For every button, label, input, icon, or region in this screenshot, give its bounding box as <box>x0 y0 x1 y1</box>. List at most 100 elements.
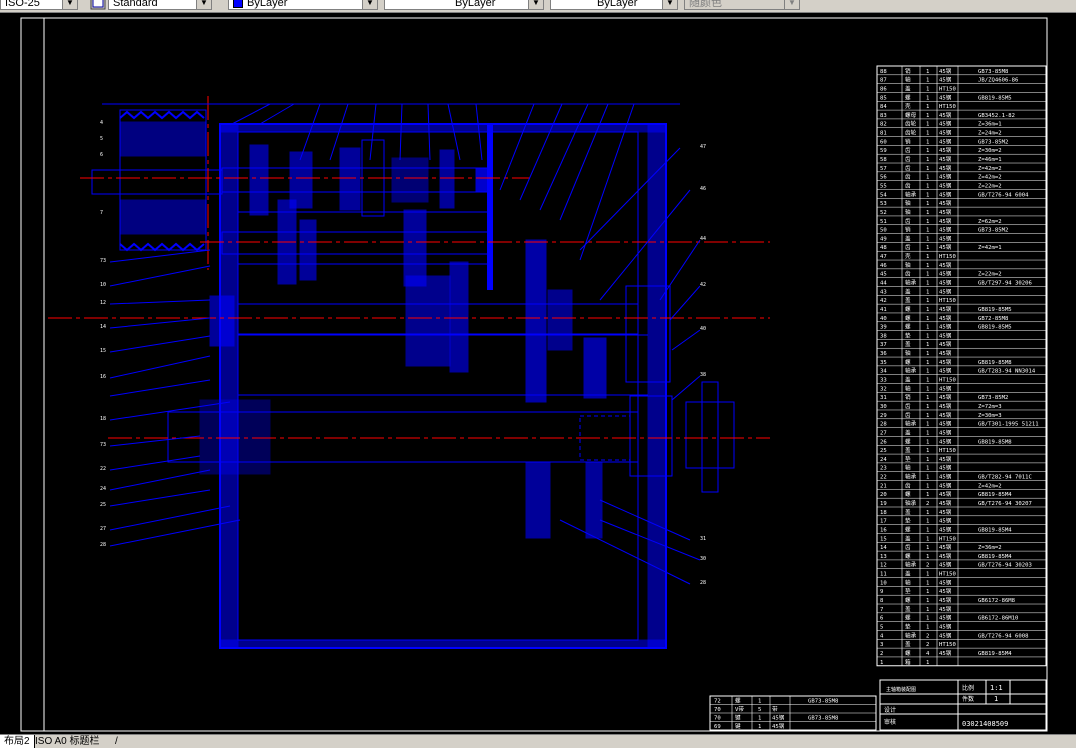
parts-list-row: 3 盖 2 HT150 <box>877 640 1046 649</box>
cell-name: 轴 <box>905 261 911 269</box>
cell-name: 轴承 <box>905 190 917 198</box>
cell-material: HT150 <box>939 86 956 92</box>
lineweight-dropdown[interactable]: ByLayer ▼ <box>550 0 678 10</box>
cell-standard: GB6172-86M8 <box>978 598 1016 604</box>
cell-qty: 1 <box>926 580 929 586</box>
layout-tab[interactable]: ISO A0 标题栏 <box>31 735 103 748</box>
cell-material: 45钢 <box>939 164 952 172</box>
cell-standard: Z=46m=1 <box>978 157 1002 163</box>
svg-text:22: 22 <box>100 466 106 472</box>
cell-name: 盖 <box>905 446 911 454</box>
cell-material: 45钢 <box>939 420 952 428</box>
parts-list-row: 54 轴承 1 45钢 GB/T276-94 6004 <box>877 190 1046 199</box>
chevron-down-icon[interactable]: ▼ <box>62 0 77 9</box>
text-style-dropdown[interactable]: Standard ▼ <box>108 0 212 10</box>
parts-list-row: 59 齿 1 45钢 Z=30m=2 <box>877 146 1046 155</box>
cell-material: HT150 <box>939 104 956 110</box>
cell-standard: GB/T276-94 30207 <box>978 501 1032 507</box>
linetype-dropdown[interactable]: ByLayer ▼ <box>384 0 544 10</box>
chevron-down-icon[interactable]: ▼ <box>662 0 677 9</box>
cell-qty: 2 <box>926 642 929 648</box>
parts-list-row: 26 螺 1 45钢 GB819-85M8 <box>877 437 1046 446</box>
parts-list-row: 47 壳 1 HT150 <box>877 252 1046 261</box>
layer-color-dropdown[interactable]: ByLayer ▼ <box>228 0 378 10</box>
text-style-value: Standard <box>113 0 158 9</box>
text-style-icon[interactable] <box>90 0 106 10</box>
svg-text:10: 10 <box>100 282 106 288</box>
parts-list-row: 6 螺 1 45钢 GB6172-86M10 <box>877 614 1046 622</box>
cell-name: 齿 <box>905 412 911 419</box>
cell-standard: Z=22m=2 <box>978 183 1002 189</box>
cell-material: 45钢 <box>939 384 952 392</box>
cell-name: 垫 <box>905 517 911 525</box>
cell-qty: 1 <box>926 86 929 92</box>
chevron-down-icon[interactable]: ▼ <box>528 0 543 9</box>
parts-list-table: 88 销 1 45钢 GB73-85M887 轴 1 45钢 JB/ZQ4606-8686 盖 1 H… <box>876 65 1047 667</box>
cell-no: 60 <box>880 139 887 145</box>
layout-tab[interactable]: 布局2 <box>0 735 35 748</box>
cell-qty: 1 <box>926 175 929 181</box>
parts-list-row: 50 销 1 45钢 GB73-85M2 <box>877 226 1046 234</box>
cell-standard: Z=36m=2 <box>978 545 1002 551</box>
cell-material: 45钢 <box>939 234 952 242</box>
cell-material: 45钢 <box>939 146 952 154</box>
svg-text:4: 4 <box>100 120 103 126</box>
cell-material: 45钢 <box>939 393 952 401</box>
cell-no: 9 <box>880 589 883 595</box>
cell-material: HT150 <box>939 572 956 578</box>
cell-qty: 2 <box>926 563 929 569</box>
cell-no: 72 <box>714 699 721 705</box>
parts-list-row: 58 齿 1 45钢 Z=46m=1 <box>877 155 1046 164</box>
parts-list-row: 81 齿轮 1 45钢 Z=24m=2 <box>877 129 1046 137</box>
cell-no: 24 <box>880 457 887 463</box>
dim-style-dropdown[interactable]: ISO-25 ▼ <box>0 0 78 10</box>
cell-qty: 1 <box>926 616 929 622</box>
parts-list-row: 21 齿 1 45钢 Z=42m=2 <box>877 481 1046 490</box>
cell-no: 14 <box>880 545 887 551</box>
left-rows-table: 72 螺 1 GB73-85M8 70 V带 5 带 70 键 1 45钢 GB73-85M8 69 键 1 4… <box>709 695 877 731</box>
cell-no: 56 <box>880 175 887 181</box>
parts-list-row: 56 齿 1 45钢 Z=42m=2 <box>877 173 1046 181</box>
cell-qty: 1 <box>926 166 929 172</box>
parts-list-row: 32 轴 1 45钢 <box>877 384 1046 393</box>
cell-name: 垫 <box>905 455 911 463</box>
drawing-canvas[interactable]: 4567 73101214 15161873 2224252728 474644… <box>0 12 1076 734</box>
chevron-down-icon[interactable]: ▼ <box>196 0 211 9</box>
cell-no: 33 <box>880 378 887 384</box>
layout-tab[interactable]: / <box>111 735 122 748</box>
cell-qty: 1 <box>758 699 761 705</box>
cell-standard: GB72-85M8 <box>978 316 1009 322</box>
cell-material: 45钢 <box>772 714 785 722</box>
parts-list-row: 23 轴 1 45钢 <box>877 464 1046 472</box>
plotstyle-dropdown[interactable]: 随颜色 ▼ <box>684 0 800 10</box>
cell-standard: GB/T276-94 30203 <box>978 563 1032 569</box>
cell-no: 16 <box>880 527 887 533</box>
svg-text:38: 38 <box>700 372 706 378</box>
drawing-name: 主轴箱装配图 <box>886 686 916 693</box>
chevron-down-icon[interactable]: ▼ <box>784 0 799 9</box>
parts-list-row: 35 螺 1 45钢 GB819-85M8 <box>877 358 1046 367</box>
parts-list-row: 11 盖 1 HT150 <box>877 570 1046 578</box>
cell-material: 45钢 <box>939 261 952 269</box>
cell-standard: Z=42m=2 <box>978 483 1002 489</box>
cell-no: 3 <box>880 642 883 648</box>
cell-name: 壳 <box>905 252 911 260</box>
cell-no: 8 <box>880 598 884 604</box>
cell-no: 5 <box>880 624 883 630</box>
cell-standard: GB819-85M8 <box>978 360 1012 366</box>
cell-qty: 1 <box>926 131 929 137</box>
cell-material: 45钢 <box>939 411 952 419</box>
parts-list-row: 4 轴承 2 45钢 GB/T276-94 6008 <box>877 631 1046 640</box>
cell-standard: GB/T276-94 6008 <box>978 633 1029 639</box>
cell-qty: 1 <box>926 122 929 128</box>
svg-text:28: 28 <box>700 580 706 586</box>
parts-list-row: 8 螺 1 45钢 GB6172-86M8 <box>877 596 1046 605</box>
chevron-down-icon[interactable]: ▼ <box>362 0 377 9</box>
cell-material: 45钢 <box>939 473 952 481</box>
cell-material: 45钢 <box>939 199 952 207</box>
cell-material: 45钢 <box>939 517 952 525</box>
cell-name: 盖 <box>905 84 911 92</box>
cell-name: 盖 <box>905 570 911 578</box>
parts-list-row: 12 轴承 2 45钢 GB/T276-94 30203 <box>877 561 1046 569</box>
intermediate-shaft <box>221 199 493 373</box>
